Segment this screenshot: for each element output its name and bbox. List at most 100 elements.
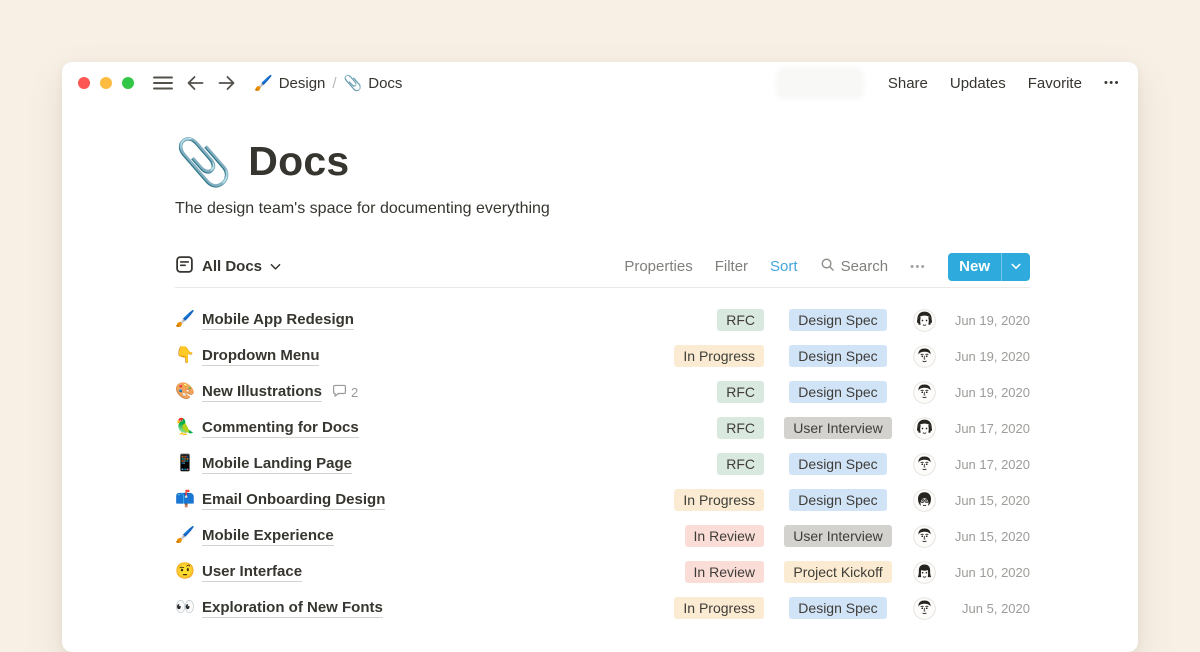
app-window: 🖌️ Design / 📎 Docs Share Updates Favorit… (62, 62, 1138, 652)
doc-title-link[interactable]: New Illustrations (202, 383, 322, 402)
doc-type-tag[interactable]: Design Spec (789, 345, 886, 367)
page-paperclip-emoji-icon[interactable]: 📎 (175, 139, 232, 185)
doc-type-tag[interactable]: Design Spec (789, 453, 886, 475)
share-button[interactable]: Share (888, 75, 928, 92)
doc-date: Jun 10, 2020 (946, 565, 1030, 580)
doc-title-link[interactable]: Mobile App Redesign (202, 311, 354, 330)
status-tag[interactable]: In Progress (674, 597, 764, 619)
paintbrush-emoji-icon: 🖌️ (175, 312, 202, 328)
new-button[interactable]: New (948, 253, 1030, 281)
doc-date: Jun 19, 2020 (946, 349, 1030, 364)
back-arrow-icon[interactable] (182, 70, 208, 96)
properties-button[interactable]: Properties (624, 258, 692, 275)
window-titlebar: 🖌️ Design / 📎 Docs Share Updates Favorit… (62, 62, 1138, 104)
doc-type-tag[interactable]: Design Spec (789, 381, 886, 403)
doc-title-link[interactable]: Mobile Experience (202, 527, 334, 546)
hamburger-menu-icon[interactable] (150, 70, 176, 96)
status-tag[interactable]: In Review (685, 561, 764, 583)
mailbox-emoji-icon: 📫 (175, 492, 202, 508)
filter-button[interactable]: Filter (715, 258, 748, 275)
doc-list-icon (175, 255, 194, 279)
author-avatar (902, 417, 946, 440)
status-tag[interactable]: In Review (685, 525, 764, 547)
blurred-presence-avatars (776, 67, 864, 99)
new-button-chevron-down-icon[interactable] (1002, 263, 1030, 270)
doc-type-tag[interactable]: User Interview (784, 417, 891, 439)
page-header: 📎 Docs (175, 138, 1030, 185)
raised-eyebrow-emoji-icon: 🤨 (175, 564, 202, 580)
breadcrumb: 🖌️ Design / 📎 Docs (254, 74, 402, 92)
doc-date: Jun 19, 2020 (946, 313, 1030, 328)
doc-date: Jun 15, 2020 (946, 529, 1030, 544)
author-avatar (902, 345, 946, 368)
comment-count-badge[interactable]: 2 (332, 383, 358, 401)
author-avatar (902, 525, 946, 548)
search-label: Search (841, 258, 889, 275)
status-tag[interactable]: In Progress (674, 345, 764, 367)
doc-date: Jun 17, 2020 (946, 421, 1030, 436)
doc-type-tag[interactable]: User Interview (784, 525, 891, 547)
search-button[interactable]: Search (820, 257, 889, 277)
view-name: All Docs (202, 258, 262, 275)
sort-button[interactable]: Sort (770, 258, 798, 275)
doc-title-link[interactable]: Commenting for Docs (202, 419, 359, 438)
more-options-icon[interactable]: ••• (1104, 77, 1120, 89)
view-switcher[interactable]: All Docs (175, 255, 281, 279)
doc-title-link[interactable]: Dropdown Menu (202, 347, 319, 366)
table-row[interactable]: 📱 Mobile Landing Page RFC Design Spec Ju… (175, 446, 1030, 482)
view-more-options-icon[interactable]: ••• (910, 261, 926, 273)
table-row[interactable]: 📫 Email Onboarding Design In Progress De… (175, 482, 1030, 518)
table-row[interactable]: 🤨 User Interface In Review Project Kicko… (175, 554, 1030, 590)
forward-arrow-icon[interactable] (214, 70, 240, 96)
author-avatar (902, 381, 946, 404)
doc-date: Jun 19, 2020 (946, 385, 1030, 400)
status-tag[interactable]: In Progress (674, 489, 764, 511)
pointing-down-emoji-icon: 👇 (175, 348, 202, 364)
status-tag[interactable]: RFC (717, 417, 764, 439)
page-subtitle: The design team's space for documenting … (175, 200, 1030, 218)
table-row[interactable]: 👀 Exploration of New Fonts In Progress D… (175, 590, 1030, 626)
table-row[interactable]: 🦜 Commenting for Docs RFC User Interview… (175, 410, 1030, 446)
table-row[interactable]: 🖌️ Mobile App Redesign RFC Design Spec J… (175, 302, 1030, 338)
table-row[interactable]: 🖌️ Mobile Experience In Review User Inte… (175, 518, 1030, 554)
doc-type-tag[interactable]: Design Spec (789, 597, 886, 619)
zoom-window-button[interactable] (122, 77, 134, 89)
eyes-emoji-icon: 👀 (175, 600, 202, 616)
author-avatar (902, 489, 946, 512)
doc-title-link[interactable]: Exploration of New Fonts (202, 599, 383, 618)
breadcrumb-separator: / (332, 75, 336, 92)
table-row[interactable]: 👇 Dropdown Menu In Progress Design Spec … (175, 338, 1030, 374)
updates-button[interactable]: Updates (950, 75, 1006, 92)
doc-date: Jun 15, 2020 (946, 493, 1030, 508)
minimize-window-button[interactable] (100, 77, 112, 89)
breadcrumb-item-design[interactable]: 🖌️ Design (254, 74, 325, 92)
favorite-button[interactable]: Favorite (1028, 75, 1082, 92)
breadcrumb-item-docs[interactable]: 📎 Docs (344, 74, 403, 92)
doc-title-link[interactable]: User Interface (202, 563, 302, 582)
traffic-lights (78, 77, 134, 89)
docs-table: 🖌️ Mobile App Redesign RFC Design Spec J… (175, 302, 1030, 626)
doc-title-link[interactable]: Mobile Landing Page (202, 455, 352, 474)
paintbrush-emoji-icon: 🖌️ (254, 74, 273, 92)
doc-type-tag[interactable]: Design Spec (789, 309, 886, 331)
palette-emoji-icon: 🎨 (175, 384, 202, 400)
comment-bubble-icon (332, 383, 347, 401)
search-icon (820, 257, 835, 277)
paperclip-emoji-icon: 📎 (344, 74, 363, 92)
close-window-button[interactable] (78, 77, 90, 89)
breadcrumb-label: Design (279, 75, 326, 92)
chevron-down-icon (270, 258, 281, 276)
status-tag[interactable]: RFC (717, 381, 764, 403)
view-toolbar: All Docs Properties Filter Sort Search •… (175, 246, 1030, 288)
doc-type-tag[interactable]: Project Kickoff (784, 561, 891, 583)
doc-type-tag[interactable]: Design Spec (789, 489, 886, 511)
comment-count: 2 (351, 385, 358, 400)
status-tag[interactable]: RFC (717, 309, 764, 331)
author-avatar (902, 597, 946, 620)
breadcrumb-label: Docs (368, 75, 402, 92)
status-tag[interactable]: RFC (717, 453, 764, 475)
table-row[interactable]: 🎨 New Illustrations 2 RFC Design Spec Ju… (175, 374, 1030, 410)
author-avatar (902, 309, 946, 332)
doc-title-link[interactable]: Email Onboarding Design (202, 491, 385, 510)
doc-date: Jun 17, 2020 (946, 457, 1030, 472)
